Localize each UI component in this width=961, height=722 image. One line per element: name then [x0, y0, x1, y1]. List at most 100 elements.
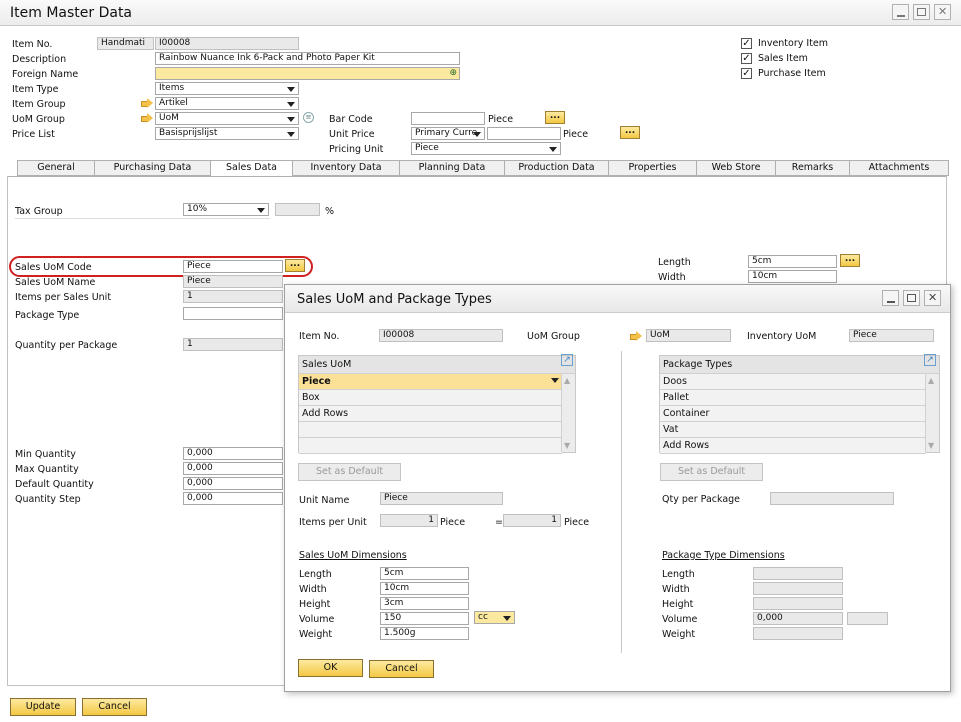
dlg-item-no-field[interactable]: I00008 [379, 329, 503, 342]
link-arrow-icon[interactable] [630, 331, 642, 341]
package-type-field[interactable] [183, 307, 283, 320]
description-field[interactable]: Rainbow Nuance Ink 6-Pack and Photo Pape… [155, 52, 460, 65]
dialog-close-button[interactable]: ✕ [924, 290, 941, 306]
bar-code-field[interactable] [411, 112, 485, 125]
max-qty-label: Max Quantity [15, 464, 79, 475]
scrollbar[interactable]: ▲ ▼ [925, 374, 939, 452]
cancel-button[interactable]: Cancel [82, 698, 147, 716]
translate-icon[interactable]: ⊕ [449, 68, 457, 79]
tab-properties[interactable]: Properties [608, 160, 697, 176]
qty-per-package-label: Qty per Package [662, 494, 741, 505]
list-item[interactable]: Vat [660, 422, 926, 438]
list-item[interactable]: Pallet [660, 390, 926, 406]
item-no-field[interactable]: I00008 [155, 37, 299, 50]
sales-item-checkbox[interactable]: ✓ [741, 53, 752, 64]
pkg-width-field[interactable] [753, 582, 843, 595]
tab-inventory-data[interactable]: Inventory Data [292, 160, 400, 176]
dialog-cancel-button[interactable]: Cancel [369, 660, 434, 678]
tax-rate-field[interactable] [275, 203, 320, 216]
pkg-volume-field[interactable]: 0,000 [753, 612, 843, 625]
unit-name-field[interactable]: Piece [380, 492, 503, 505]
tab-purchasing-data[interactable]: Purchasing Data [94, 160, 211, 176]
items-per-unit-left[interactable]: 1 [380, 514, 438, 527]
dialog-maximize-button[interactable] [903, 290, 920, 306]
tab-planning-data[interactable]: Planning Data [399, 160, 505, 176]
sales-uom-code-field[interactable]: Piece [183, 260, 283, 273]
dialog-minimize-button[interactable] [882, 290, 899, 306]
pkg-length-field[interactable] [753, 567, 843, 580]
expand-icon[interactable]: ↗ [561, 354, 573, 366]
expand-icon[interactable]: ↗ [924, 354, 936, 366]
dim-weight-field[interactable]: 1.500g [380, 627, 469, 640]
scroll-down-icon[interactable]: ▼ [564, 441, 570, 450]
pkg-weight-field[interactable] [753, 627, 843, 640]
list-item[interactable]: Piece [299, 374, 562, 390]
ok-button[interactable]: OK [298, 659, 363, 677]
purchase-item-checkbox[interactable]: ✓ [741, 68, 752, 79]
dim-volume-field[interactable]: 150 [380, 612, 469, 625]
item-group-select[interactable]: Artikel [155, 97, 299, 110]
scroll-down-icon[interactable]: ▼ [928, 441, 934, 450]
uom-group-select[interactable]: UoM [155, 112, 299, 125]
dim-height-field[interactable]: 3cm [380, 597, 469, 610]
list-item[interactable]: Add Rows [299, 406, 562, 422]
items-per-sales-unit-field[interactable]: 1 [183, 290, 283, 303]
minimize-button[interactable] [892, 4, 909, 20]
scroll-up-icon[interactable]: ▲ [564, 376, 570, 385]
inventory-item-checkbox[interactable]: ✓ [741, 38, 752, 49]
list-item[interactable]: Add Rows [660, 438, 926, 454]
divider [621, 351, 622, 653]
currency-select[interactable]: Primary Curre [411, 127, 485, 140]
default-qty-field[interactable]: 0,000 [183, 477, 283, 490]
dlg-uom-group-field[interactable]: UoM [646, 329, 731, 342]
unit-price-browse-button[interactable]: ... [620, 126, 640, 139]
tab-remarks[interactable]: Remarks [775, 160, 850, 176]
list-item[interactable]: Container [660, 406, 926, 422]
dim-length-field[interactable]: 5cm [380, 567, 469, 580]
set-default-package-button[interactable]: Set as Default [660, 463, 763, 481]
link-arrow-icon[interactable] [141, 98, 153, 108]
list-item[interactable] [299, 438, 562, 454]
min-qty-field[interactable]: 0,000 [183, 447, 283, 460]
volume-unit-select[interactable]: cc [474, 611, 515, 624]
dlg-qty-per-package-field[interactable] [770, 492, 894, 505]
items-per-unit-right[interactable]: 1 [503, 514, 561, 527]
sales-uom-browse-button[interactable]: ... [285, 259, 305, 272]
maximize-button[interactable] [913, 4, 930, 20]
list-item[interactable]: Doos [660, 374, 926, 390]
unit-price-field[interactable] [487, 127, 561, 140]
qty-per-package-field[interactable]: 1 [183, 338, 283, 351]
pkg-height-field[interactable] [753, 597, 843, 610]
pricing-unit-select[interactable]: Piece [411, 142, 561, 155]
tab-general[interactable]: General [17, 160, 95, 176]
tab-sales-data[interactable]: Sales Data [210, 160, 293, 177]
foreign-name-field[interactable]: ⊕ [155, 67, 460, 80]
list-item[interactable]: Box [299, 390, 562, 406]
width-field[interactable]: 10cm [748, 270, 837, 283]
bar-code-browse-button[interactable]: ... [545, 111, 565, 124]
item-no-series[interactable]: Handmati [97, 37, 154, 50]
length-field[interactable]: 5cm [748, 255, 837, 268]
set-default-sales-uom-button[interactable]: Set as Default [298, 463, 401, 481]
tab-production-data[interactable]: Production Data [504, 160, 609, 176]
item-type-select[interactable]: Items [155, 82, 299, 95]
info-icon[interactable]: ≡ [303, 112, 314, 123]
tax-group-select[interactable]: 10% [183, 203, 269, 216]
pkg-volume-unit-field[interactable] [847, 612, 888, 625]
sales-uom-name-field[interactable]: Piece [183, 275, 283, 288]
dlg-inventory-uom-field[interactable]: Piece [849, 329, 934, 342]
tab-web-store[interactable]: Web Store [696, 160, 776, 176]
price-list-select[interactable]: Basisprijslijst [155, 127, 299, 140]
link-arrow-icon[interactable] [141, 113, 153, 123]
list-item[interactable] [299, 422, 562, 438]
dim-width-field[interactable]: 10cm [380, 582, 469, 595]
scrollbar[interactable]: ▲ ▼ [561, 374, 575, 452]
qty-step-field[interactable]: 0,000 [183, 492, 283, 505]
scroll-up-icon[interactable]: ▲ [928, 376, 934, 385]
update-button[interactable]: Update [10, 698, 76, 716]
length-browse-button[interactable]: ... [840, 254, 860, 267]
close-button[interactable]: ✕ [934, 4, 951, 20]
dlg-inventory-uom-label: Inventory UoM [747, 331, 817, 342]
tab-attachments[interactable]: Attachments [849, 160, 949, 176]
max-qty-field[interactable]: 0,000 [183, 462, 283, 475]
